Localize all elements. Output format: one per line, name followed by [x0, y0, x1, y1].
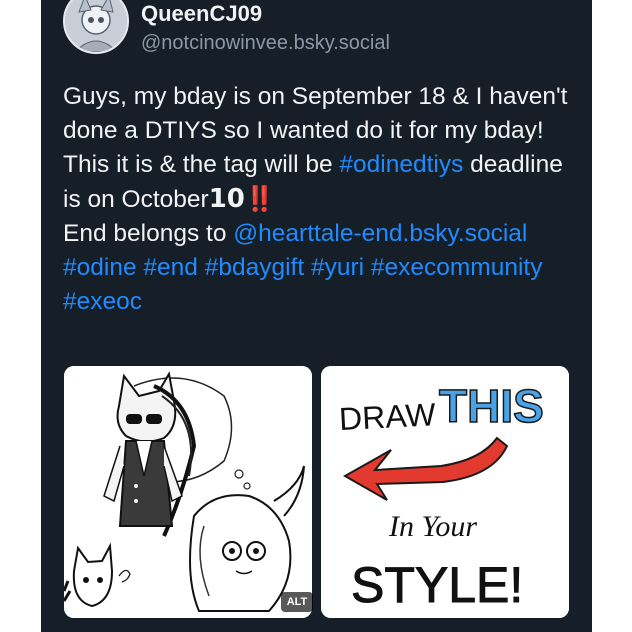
double-exclamation-icon: ‼️ [244, 186, 276, 213]
author-handle[interactable]: @notcinowinvee.bsky.social [141, 30, 390, 56]
hashtag-link-odinedtiys[interactable]: #odinedtiys [339, 151, 463, 178]
post-card[interactable]: QueenCJ09 @notcinowinvee.bsky.social Guy… [41, 0, 592, 632]
end-text: End belongs to [63, 220, 234, 247]
in-your-text: In Your [388, 510, 477, 543]
hashtag-link[interactable]: #bdaygift [205, 254, 304, 281]
post-text: Guys, my bday is on September 18 & I hav… [63, 80, 578, 319]
post-image-sketch[interactable] [64, 366, 312, 618]
avatar[interactable] [63, 0, 129, 54]
hashtag-link[interactable]: #odine [63, 254, 137, 281]
deadline-day: 10 [208, 184, 245, 214]
hashtag-link[interactable]: #yuri [311, 254, 364, 281]
draw-this-image: DRAW THIS In Your STYLE! [321, 366, 569, 618]
this-word: THIS [439, 380, 544, 432]
hashtag-link[interactable]: #execommunity [371, 254, 543, 281]
draw-word: DRAW [338, 396, 437, 437]
post-image-draw-this[interactable]: DRAW THIS In Your STYLE! [321, 366, 569, 618]
character-sketch-image [64, 366, 312, 618]
mention-link[interactable]: @hearttale-end.bsky.social [233, 220, 527, 247]
hashtag-link[interactable]: #exeoc [63, 288, 142, 315]
alt-text-badge[interactable]: ALT [281, 592, 313, 612]
hashtag-link[interactable]: #end [143, 254, 198, 281]
author-display-name[interactable]: QueenCJ09 [141, 0, 262, 28]
style-text: STYLE! [351, 557, 523, 613]
avatar-image [65, 0, 127, 52]
